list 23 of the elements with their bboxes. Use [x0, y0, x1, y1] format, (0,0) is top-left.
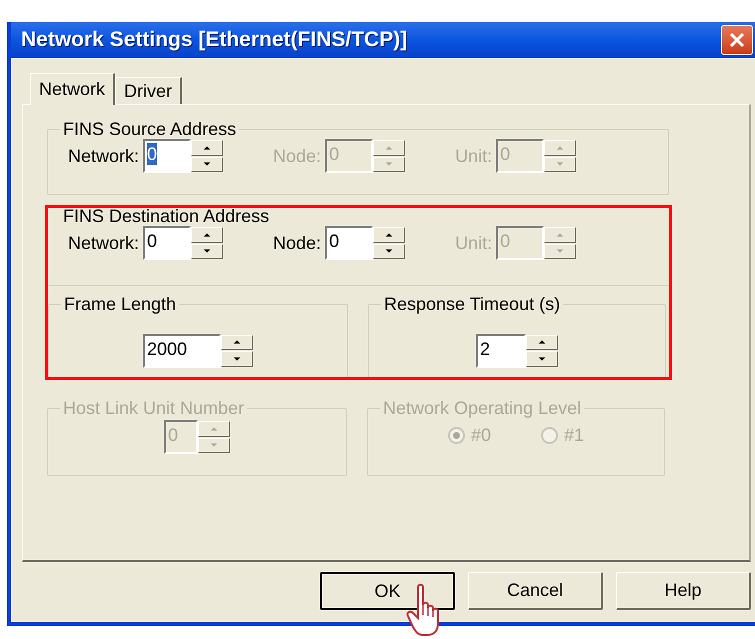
group-title: Network Operating Level — [382, 398, 582, 418]
number-field[interactable]: 0 — [143, 139, 192, 173]
group-title: FINS Destination Address — [62, 208, 270, 226]
group-title: Frame Length — [63, 294, 178, 314]
window-title: Network Settings [Ethernet(FINS/TCP)] — [21, 27, 408, 54]
field-label: Network: — [68, 232, 140, 254]
field-label: Unit: — [455, 232, 492, 254]
dialog-button[interactable]: Help — [616, 572, 751, 610]
group-title: Host Link Unit Number — [62, 398, 246, 418]
tab[interactable]: Network — [30, 73, 116, 105]
tab[interactable]: Driver — [115, 77, 182, 104]
dialog-button[interactable]: Cancel — [468, 572, 603, 610]
field-label: Node: — [273, 232, 322, 254]
group-title: FINS Source Address — [62, 119, 238, 139]
field-label: Unit: — [455, 144, 492, 168]
number-field[interactable]: 2000 — [143, 334, 221, 368]
field-label: Node: — [273, 144, 322, 168]
number-field[interactable]: 0 — [325, 226, 374, 260]
number-field[interactable]: 0 — [143, 226, 192, 260]
number-field[interactable]: 2 — [476, 334, 526, 368]
dialog-button[interactable]: OK — [320, 572, 455, 610]
field-label: Network: — [68, 144, 140, 168]
group-title: Response Timeout (s) — [383, 294, 562, 314]
